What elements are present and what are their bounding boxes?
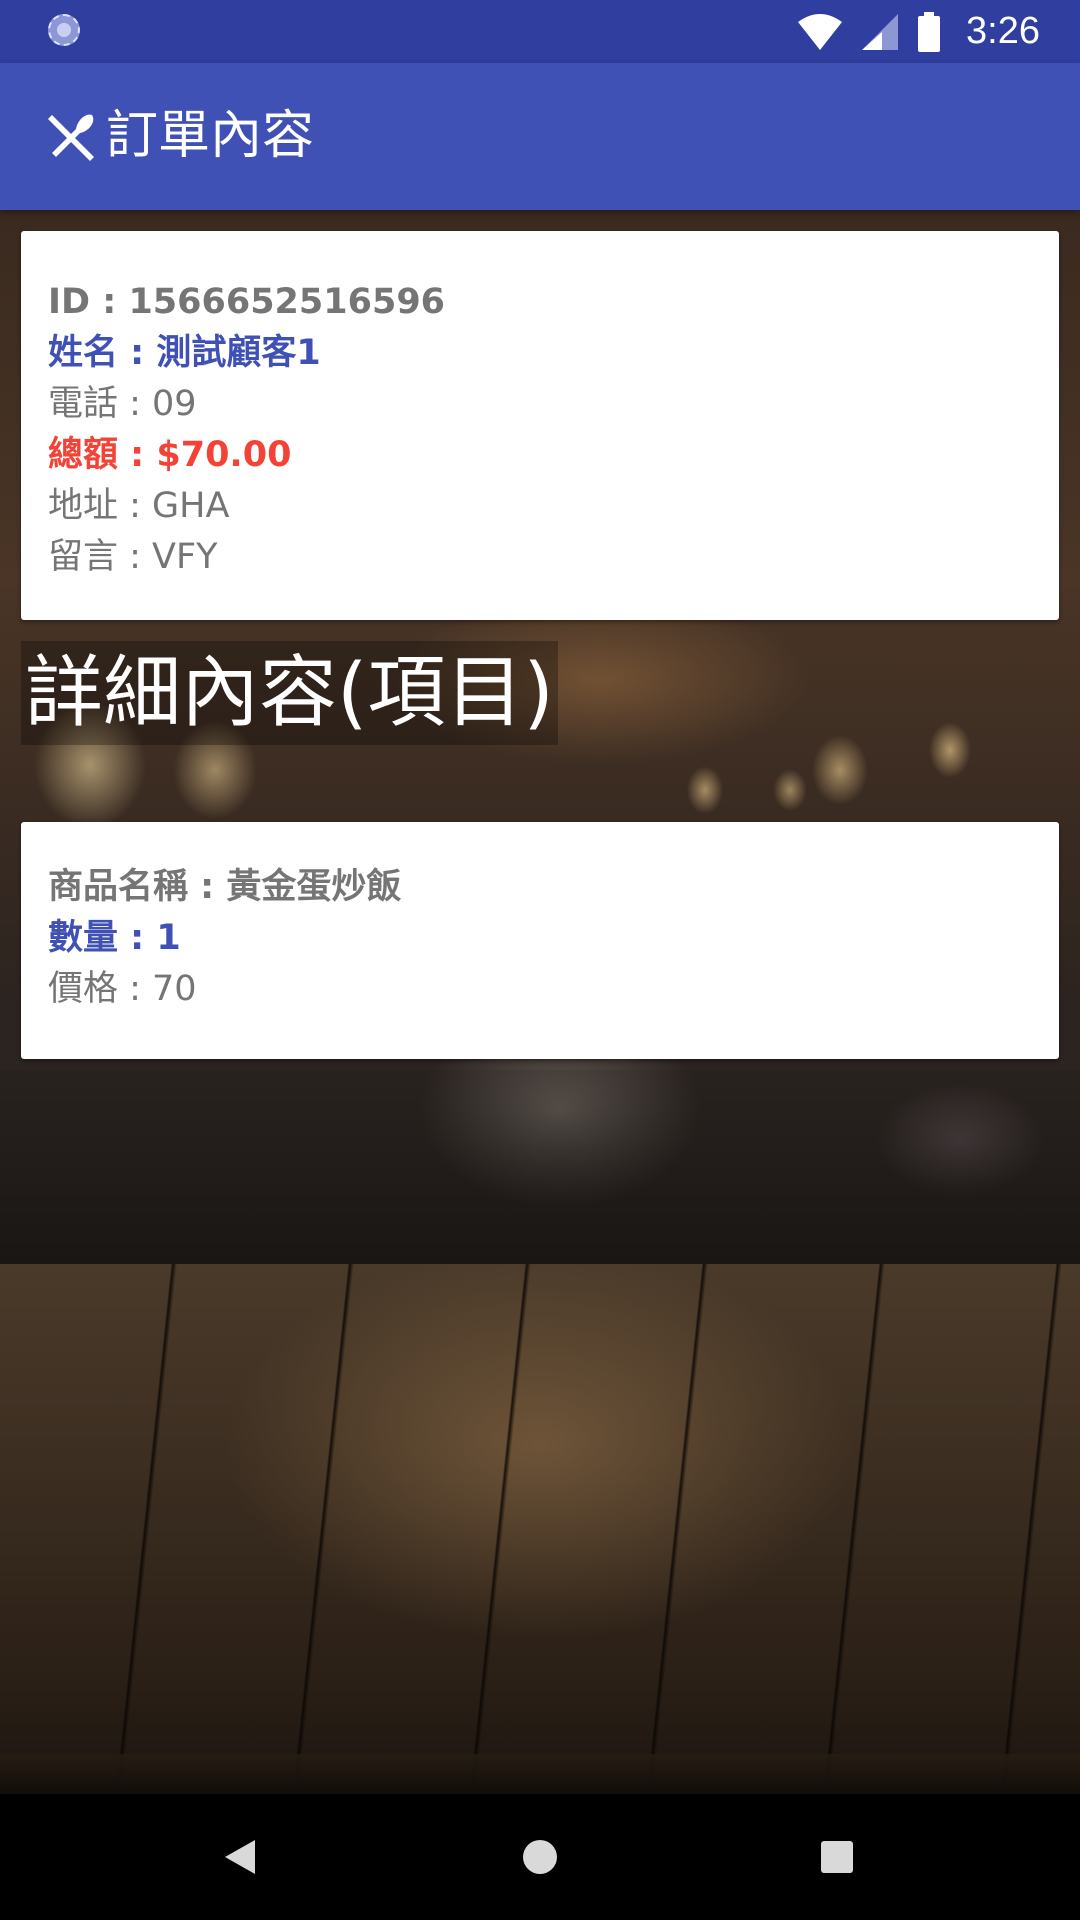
order-id: ID : 1566652516596 <box>48 282 446 322</box>
section-title: 詳細內容(項目) <box>21 641 558 745</box>
item-name: 商品名稱 : 黃金蛋炒飯 <box>48 867 402 907</box>
back-button[interactable] <box>180 1794 300 1920</box>
order-details: ID : 1566652516596 姓名 : 測試顧客1 電話 : 09 總額… <box>48 277 445 583</box>
status-bar: 3:26 <box>0 0 1080 63</box>
back-icon <box>225 1840 255 1874</box>
fork-knife-icon <box>48 114 94 161</box>
recents-icon <box>821 1841 853 1873</box>
order-item-card[interactable]: 商品名稱 : 黃金蛋炒飯 數量 : 1 價格 : 70 <box>21 822 1059 1059</box>
order-total: 總額 : $70.00 <box>48 435 292 475</box>
loading-spinner-icon <box>48 14 80 46</box>
customer-phone: 電話 : 09 <box>48 384 197 424</box>
order-card: ID : 1566652516596 姓名 : 測試顧客1 電話 : 09 總額… <box>21 231 1059 620</box>
item-details: 商品名稱 : 黃金蛋炒飯 數量 : 1 價格 : 70 <box>48 862 401 1015</box>
navigation-bar <box>0 1794 1080 1920</box>
customer-name: 姓名 : 測試顧客1 <box>48 333 321 373</box>
recents-button[interactable] <box>777 1794 897 1920</box>
status-time: 3:26 <box>966 10 1040 52</box>
status-icons: 3:26 <box>796 0 1040 63</box>
page-title: 訂單內容 <box>106 106 315 166</box>
wooden-table-background <box>0 1264 1080 1794</box>
app-bar: 訂單內容 <box>0 63 1080 210</box>
customer-address: 地址 : GHA <box>48 486 230 526</box>
item-quantity: 數量 : 1 <box>48 918 181 958</box>
item-price: 價格 : 70 <box>48 969 197 1009</box>
home-button[interactable] <box>480 1794 600 1920</box>
order-message: 留言 : VFY <box>48 537 218 577</box>
home-icon <box>523 1840 557 1874</box>
cellular-signal-icon <box>862 13 899 50</box>
screen: 3:26 訂單內容 ID : 1566652516596 姓名 : 測試顧客1 … <box>0 0 1080 1920</box>
battery-icon <box>918 11 941 52</box>
wifi-icon <box>798 13 843 50</box>
